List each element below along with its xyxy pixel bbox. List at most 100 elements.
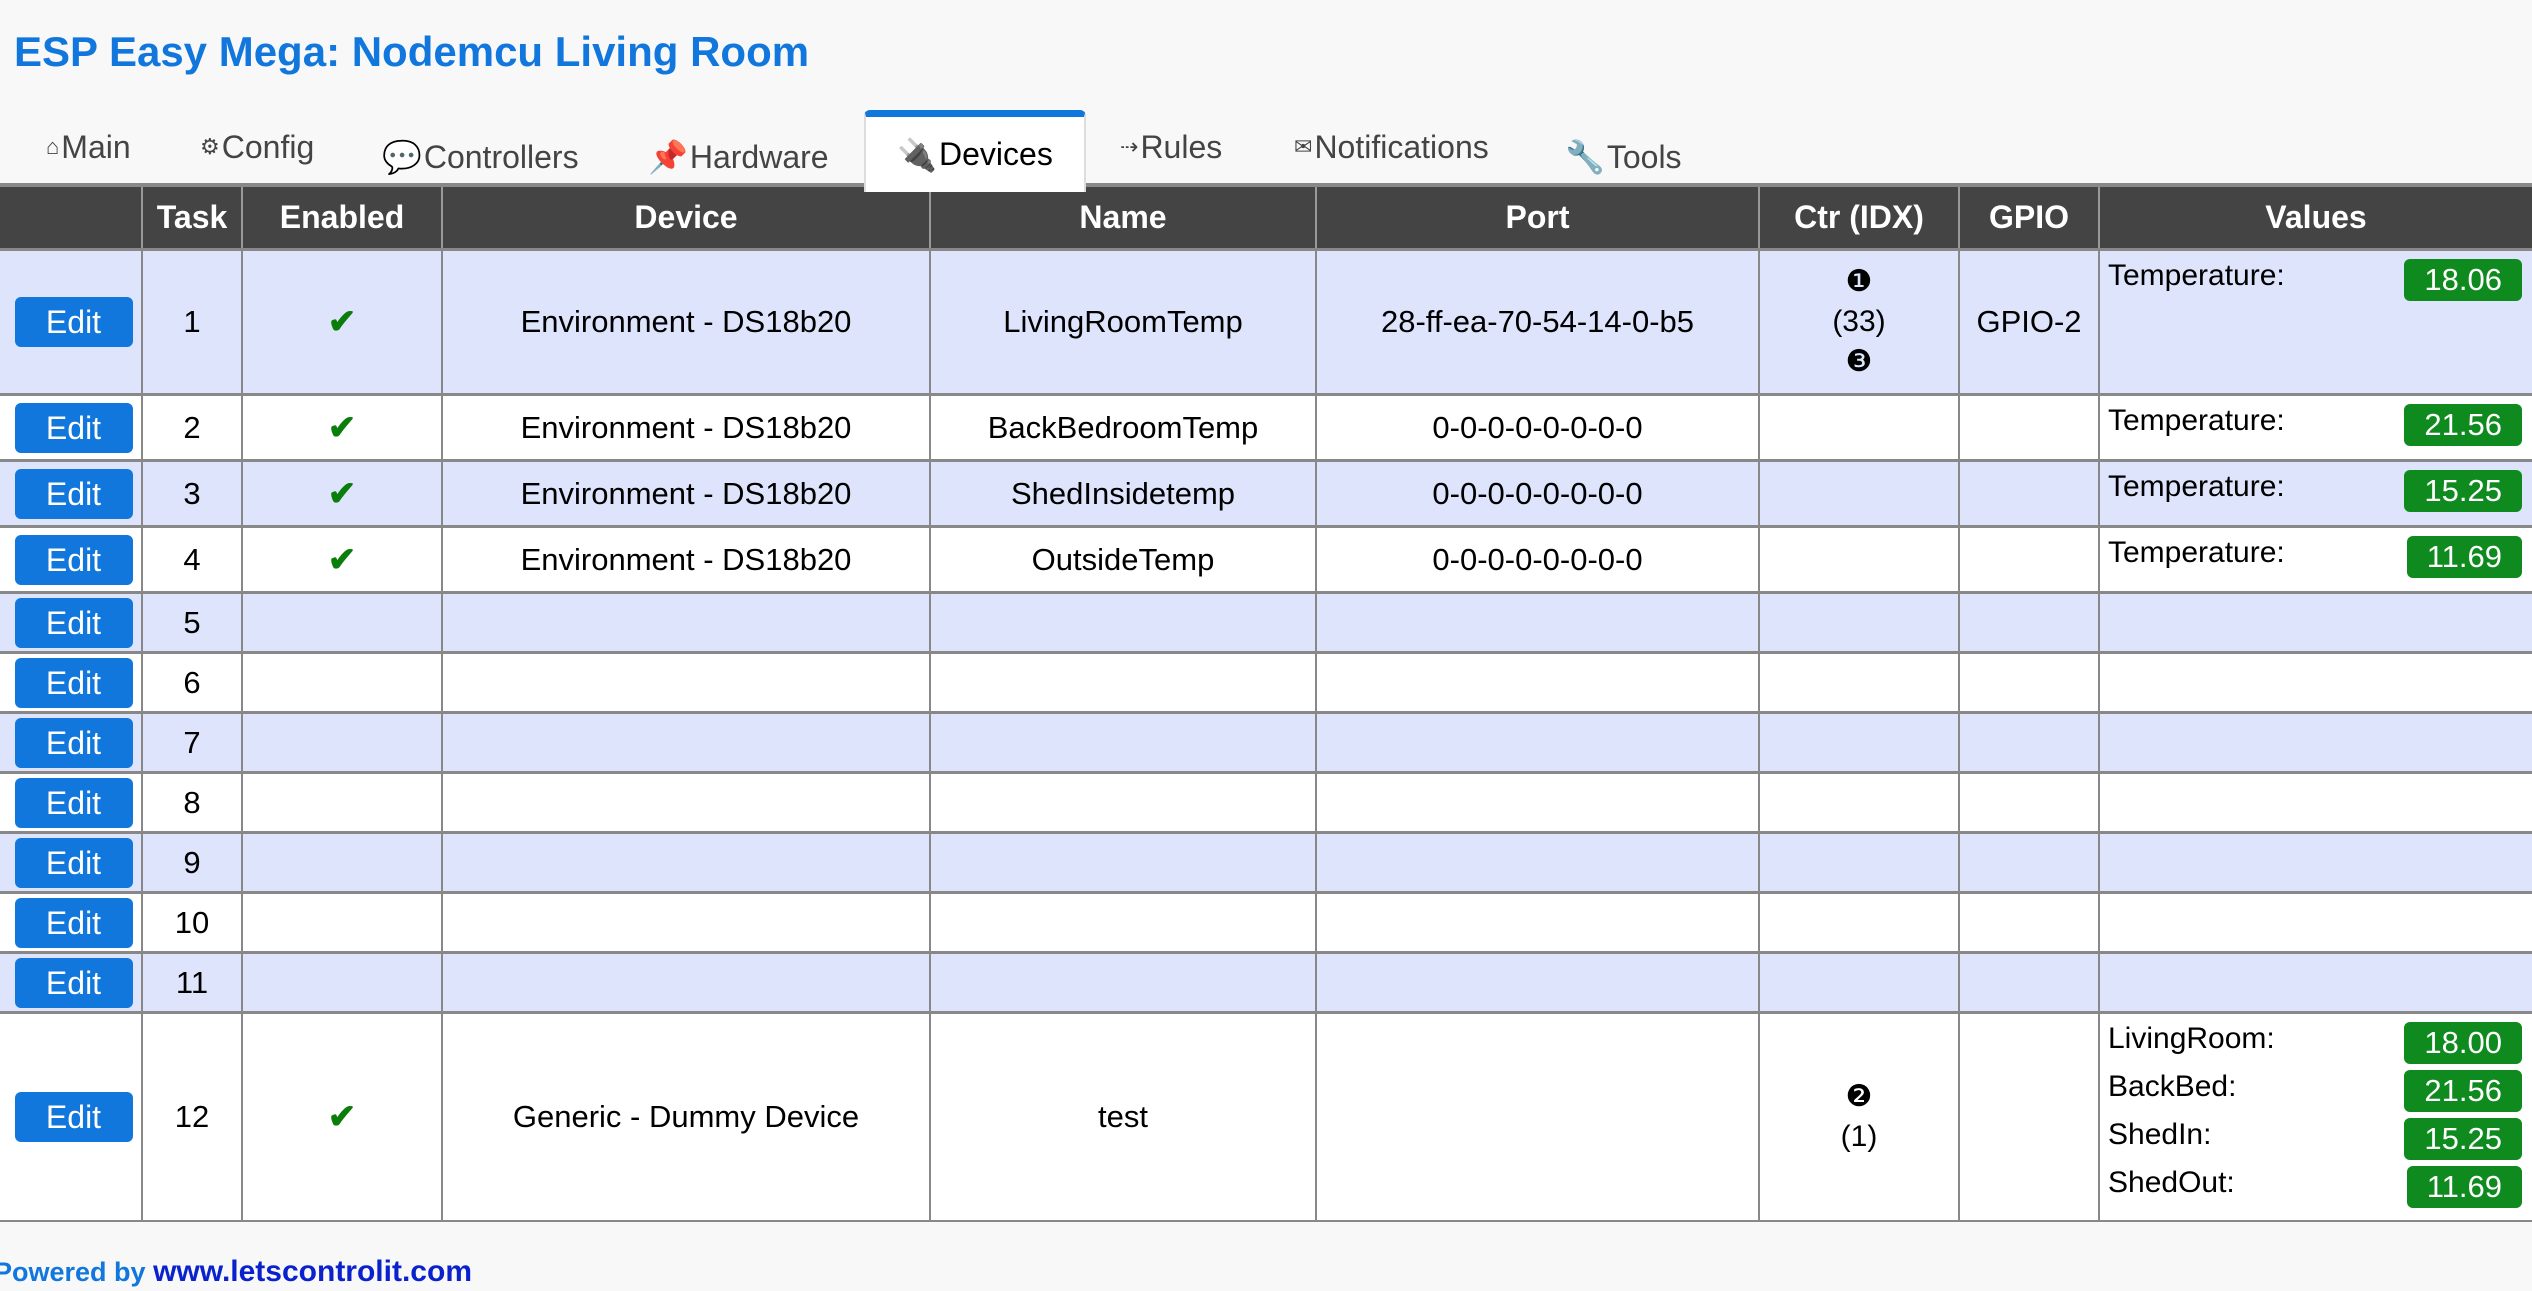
controller-idx bbox=[1758, 891, 1960, 954]
edit-button[interactable]: Edit bbox=[14, 777, 133, 828]
arrow-right-icon: ⇢ bbox=[1120, 134, 1139, 159]
controller-number-icon: ❷ bbox=[1845, 1079, 1873, 1113]
checkmark-icon: ✔ bbox=[327, 408, 357, 447]
task-number: 5 bbox=[141, 591, 243, 654]
values-cell bbox=[2098, 951, 2532, 1014]
edit-cell: Edit bbox=[0, 651, 143, 714]
device-name bbox=[929, 771, 1317, 834]
value-label: ShedOut: bbox=[2108, 1166, 2235, 1199]
device-type bbox=[441, 711, 931, 774]
tab-label: Rules bbox=[1140, 128, 1223, 165]
tab-label: Notifications bbox=[1314, 128, 1489, 165]
value-badge: 15.25 bbox=[2404, 1118, 2522, 1160]
values-cell: Temperature: 11.69 bbox=[2098, 525, 2532, 594]
tab-label: Main bbox=[61, 128, 131, 165]
enabled-cell: ✔ bbox=[241, 525, 443, 594]
table-row: Edit 7 bbox=[0, 711, 2532, 774]
controller-idx bbox=[1758, 711, 1960, 774]
tab-label: Hardware bbox=[689, 138, 829, 175]
gear-icon: ⚙ bbox=[200, 134, 220, 159]
column-header-controller-idx: Ctr (IDX) bbox=[1758, 183, 1959, 250]
device-name: OutsideTemp bbox=[929, 525, 1317, 594]
gpio bbox=[1958, 591, 2100, 654]
gpio bbox=[1958, 1011, 2100, 1222]
edit-button[interactable]: Edit bbox=[14, 957, 133, 1008]
edit-button[interactable]: Edit bbox=[14, 1091, 133, 1142]
edit-cell: Edit bbox=[0, 459, 143, 528]
table-row: Edit 8 bbox=[0, 771, 2532, 834]
edit-button[interactable]: Edit bbox=[14, 534, 133, 585]
powered-by-label: Powered by bbox=[0, 1257, 146, 1287]
edit-button[interactable]: Edit bbox=[14, 597, 133, 648]
column-header-enabled: Enabled bbox=[241, 183, 442, 250]
device-name bbox=[929, 951, 1317, 1014]
enabled-cell: ✔ bbox=[241, 1011, 443, 1222]
device-port: 28-ff-ea-70-54-14-0-b5 bbox=[1315, 248, 1760, 396]
value-label: Temperature: bbox=[2108, 536, 2285, 569]
edit-button[interactable]: Edit bbox=[14, 897, 133, 948]
value-badge: 21.56 bbox=[2404, 1070, 2522, 1112]
device-port bbox=[1315, 711, 1760, 774]
enabled-cell: ✔ bbox=[241, 393, 443, 462]
controller-idx bbox=[1758, 771, 1960, 834]
tab-config[interactable]: ⚙ Config bbox=[200, 108, 314, 186]
controller-number-icon: ❸ bbox=[1845, 345, 1873, 378]
edit-cell: Edit bbox=[0, 393, 143, 462]
value-row: Temperature: 15.25 bbox=[2108, 470, 2522, 518]
checkmark-icon: ✔ bbox=[327, 540, 357, 579]
gpio bbox=[1958, 459, 2100, 528]
checkmark-icon: ✔ bbox=[327, 303, 357, 341]
device-port: 0-0-0-0-0-0-0-0 bbox=[1315, 525, 1760, 594]
edit-cell: Edit bbox=[0, 525, 143, 594]
value-row: Temperature: 21.56 bbox=[2108, 404, 2522, 452]
values-cell bbox=[2098, 651, 2532, 714]
edit-cell: Edit bbox=[0, 591, 143, 654]
task-number: 9 bbox=[141, 831, 243, 894]
device-port: 0-0-0-0-0-0-0-0 bbox=[1315, 459, 1760, 528]
edit-button[interactable]: Edit bbox=[14, 837, 133, 888]
enabled-cell bbox=[241, 891, 443, 954]
letscontrolit-link[interactable]: www.letscontrolit.com bbox=[153, 1255, 472, 1288]
device-type: Generic - Dummy Device bbox=[441, 1011, 931, 1222]
task-number: 1 bbox=[141, 248, 243, 396]
tab-devices[interactable]: 🔌 Devices bbox=[864, 110, 1086, 192]
controller-idx bbox=[1758, 459, 1960, 528]
tab-notifications[interactable]: ✉ Notifications bbox=[1294, 108, 1489, 186]
gpio bbox=[1958, 393, 2100, 462]
edit-cell: Edit bbox=[0, 711, 143, 774]
page-title: ESP Easy Mega: Nodemcu Living Room bbox=[14, 28, 810, 75]
tab-rules[interactable]: ⇢ Rules bbox=[1120, 108, 1222, 186]
edit-button[interactable]: Edit bbox=[14, 468, 133, 519]
values-cell: Temperature: 18.06 bbox=[2098, 248, 2532, 396]
checkmark-icon: ✔ bbox=[327, 474, 357, 513]
device-name bbox=[929, 651, 1317, 714]
device-type bbox=[441, 951, 931, 1014]
value-label: LivingRoom: bbox=[2108, 1022, 2275, 1055]
device-type bbox=[441, 831, 931, 894]
home-icon: ⌂ bbox=[46, 134, 60, 159]
enabled-cell bbox=[241, 771, 443, 834]
device-name bbox=[929, 831, 1317, 894]
controller-idx bbox=[1758, 393, 1960, 462]
edit-button[interactable]: Edit bbox=[14, 717, 133, 768]
edit-cell: Edit bbox=[0, 248, 143, 396]
controller-idx bbox=[1758, 651, 1960, 714]
edit-button[interactable]: Edit bbox=[14, 402, 133, 453]
column-header-port: Port bbox=[1315, 183, 1759, 250]
device-type: Environment - DS18b20 bbox=[441, 525, 931, 594]
device-name: BackBedroomTemp bbox=[929, 393, 1317, 462]
tab-main[interactable]: ⌂ Main bbox=[46, 108, 131, 186]
gpio bbox=[1958, 711, 2100, 774]
value-row: LivingRoom: 18.00 bbox=[2108, 1022, 2522, 1070]
value-label: Temperature: bbox=[2108, 404, 2285, 437]
column-header-values: Values bbox=[2098, 183, 2532, 250]
value-badge: 18.00 bbox=[2404, 1022, 2522, 1064]
task-number: 12 bbox=[141, 1011, 243, 1222]
task-number: 4 bbox=[141, 525, 243, 594]
values-cell: Temperature: 21.56 bbox=[2098, 393, 2532, 462]
controller-idx bbox=[1758, 831, 1960, 894]
controller-idx bbox=[1758, 525, 1960, 594]
edit-button[interactable]: Edit bbox=[14, 297, 133, 347]
enabled-cell bbox=[241, 711, 443, 774]
edit-button[interactable]: Edit bbox=[14, 657, 133, 708]
